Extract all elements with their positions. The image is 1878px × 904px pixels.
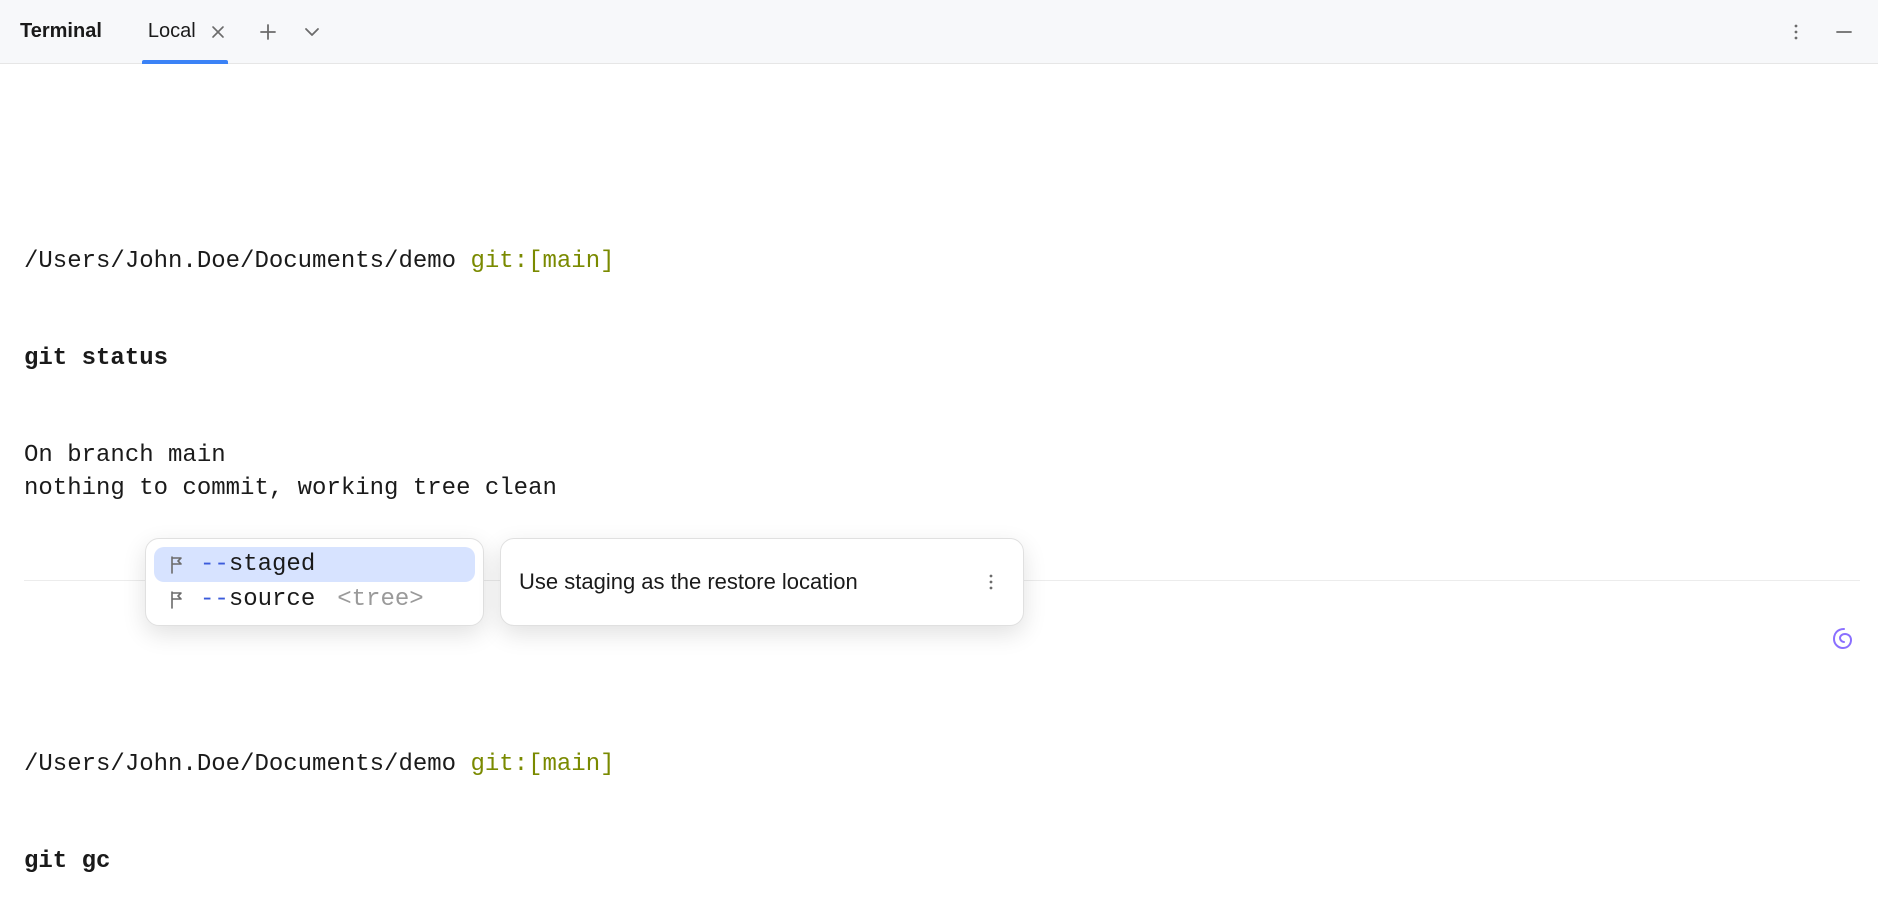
command-block: /Users/John.Doe/Documents/demo git:[main… <box>24 678 1860 904</box>
tab-actions <box>254 18 326 46</box>
panel-title: Terminal <box>20 20 102 43</box>
autocomplete-arg: <tree> <box>337 586 423 613</box>
autocomplete-item[interactable]: --staged <box>154 547 475 582</box>
command-block: /Users/John.Doe/Documents/demo git:[main… <box>24 175 1860 581</box>
more-options-button[interactable] <box>977 568 1005 596</box>
autocomplete-text: --staged <box>200 551 315 578</box>
autocomplete-popup[interactable]: --staged --source <tree> <box>145 538 484 626</box>
tab-local[interactable]: Local <box>142 0 236 64</box>
minimize-button[interactable] <box>1830 18 1858 46</box>
more-options-button[interactable] <box>1782 18 1810 46</box>
terminal-output[interactable]: /Users/John.Doe/Documents/demo git:[main… <box>0 64 1878 904</box>
command-text: git gc <box>24 846 1860 878</box>
autocomplete-text: --source <box>200 586 315 613</box>
documentation-popup: Use staging as the restore location <box>500 538 1024 626</box>
prompt-line: /Users/John.Doe/Documents/demo git:[main… <box>24 246 1860 278</box>
autocomplete-popup-group: --staged --source <tree> Use staging as … <box>145 538 1024 626</box>
command-output: On branch main nothing to commit, workin… <box>24 440 1860 505</box>
documentation-text: Use staging as the restore location <box>519 569 858 595</box>
terminal-header: Terminal Local <box>0 0 1878 64</box>
panel-actions <box>1782 18 1858 46</box>
flag-icon <box>166 589 188 611</box>
prompt-line: /Users/John.Doe/Documents/demo git:[main… <box>24 749 1860 781</box>
command-text: git status <box>24 343 1860 375</box>
add-tab-button[interactable] <box>254 18 282 46</box>
autocomplete-item[interactable]: --source <tree> <box>154 582 475 617</box>
tab-label: Local <box>148 20 196 43</box>
close-icon[interactable] <box>206 20 230 44</box>
tab-dropdown-button[interactable] <box>298 18 326 46</box>
tab-active-indicator <box>142 60 228 64</box>
flag-icon <box>166 554 188 576</box>
ai-assist-icon[interactable] <box>1830 625 1858 658</box>
